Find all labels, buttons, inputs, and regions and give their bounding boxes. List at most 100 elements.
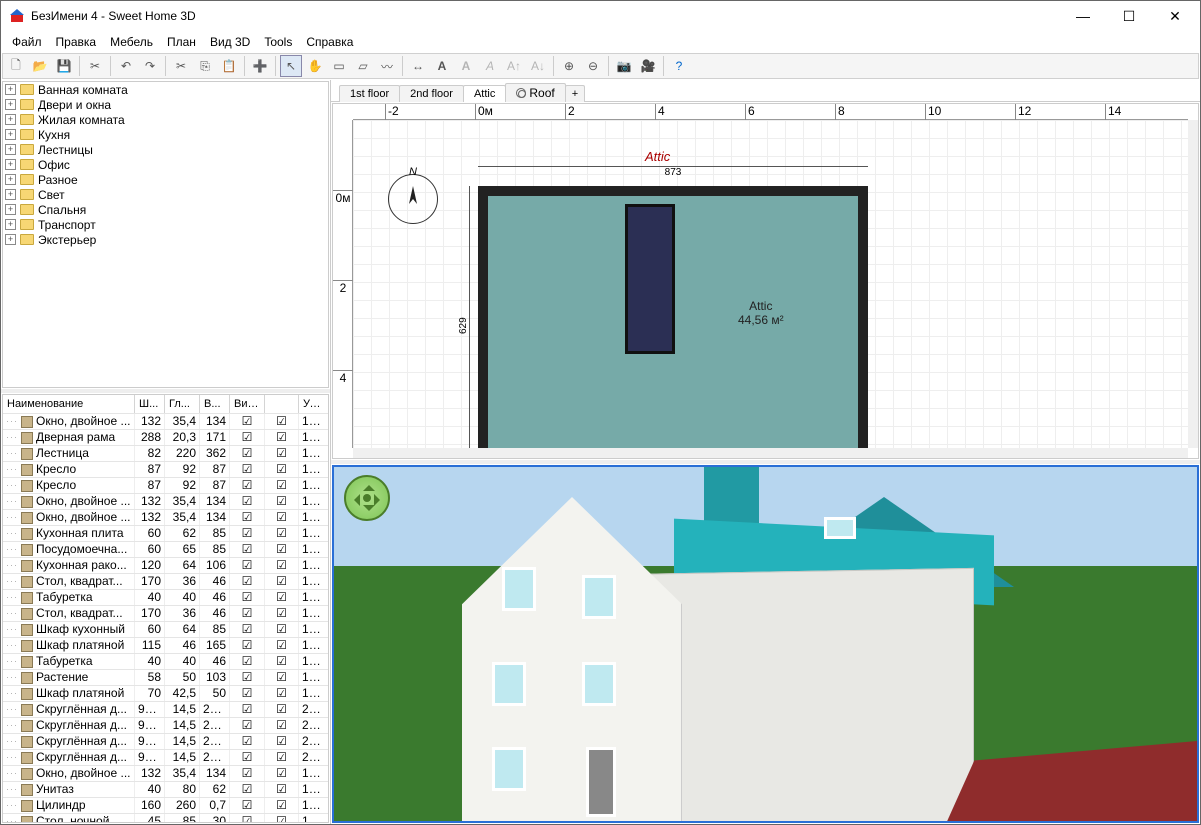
cell-visible[interactable]: ☑ — [230, 670, 265, 685]
menu-help[interactable]: Справка — [299, 33, 360, 51]
table-row[interactable]: ···Скруглённая д...91,514,5208,5☑☑2nd ..… — [3, 702, 328, 718]
menu-plan[interactable]: План — [160, 33, 203, 51]
copy-icon[interactable]: ⎘ — [194, 55, 216, 77]
expand-icon[interactable]: + — [5, 144, 16, 155]
tab-attic[interactable]: Attic — [463, 85, 506, 102]
wall-tool-icon[interactable]: ▭ — [328, 55, 350, 77]
catalog-category[interactable]: +Лестницы — [3, 142, 328, 157]
expand-icon[interactable]: + — [5, 114, 16, 125]
cell-blank[interactable]: ☑ — [265, 606, 299, 621]
vertical-scrollbar[interactable] — [1188, 120, 1198, 448]
table-row[interactable]: ···Окно, двойное ...13235,4134☑☑1st ... — [3, 766, 328, 782]
menu-file[interactable]: Файл — [5, 33, 49, 51]
table-row[interactable]: ···Растение5850103☑☑1st ... — [3, 670, 328, 686]
3d-view[interactable] — [332, 465, 1199, 823]
table-row[interactable]: ···Стол, квадрат...1703646☑☑1st ... — [3, 606, 328, 622]
col-width[interactable]: Ш... — [135, 395, 165, 413]
cell-visible[interactable]: ☑ — [230, 702, 265, 717]
col-blank[interactable] — [265, 395, 299, 413]
catalog-category[interactable]: +Жилая комната — [3, 112, 328, 127]
furniture-table[interactable]: Наименование Ш... Гл... В... Вид... Ур..… — [2, 394, 329, 823]
expand-icon[interactable]: + — [5, 189, 16, 200]
table-row[interactable]: ···Окно, двойное ...13235,4134☑☑1st ... — [3, 510, 328, 526]
table-row[interactable]: ···Стол, квадрат...1703646☑☑1st ... — [3, 574, 328, 590]
photo-icon[interactable]: 📷 — [613, 55, 635, 77]
table-row[interactable]: ···Кухонная рако...12064106☑☑1st ... — [3, 558, 328, 574]
cell-blank[interactable]: ☑ — [265, 734, 299, 749]
table-row[interactable]: ···Стол, ночной458530☑☑1st ... — [3, 814, 328, 823]
font-larger-icon[interactable]: A↑ — [503, 55, 525, 77]
horizontal-splitter[interactable] — [1, 389, 330, 393]
nav-right-icon[interactable] — [374, 494, 386, 506]
cell-blank[interactable]: ☑ — [265, 638, 299, 653]
nav-down-icon[interactable] — [363, 505, 375, 517]
table-row[interactable]: ···Табуретка404046☑☑1st ... — [3, 590, 328, 606]
cell-blank[interactable]: ☑ — [265, 558, 299, 573]
table-row[interactable]: ···Окно, двойное ...13235,4134☑☑1st ... — [3, 494, 328, 510]
cell-visible[interactable]: ☑ — [230, 526, 265, 541]
horizontal-scrollbar[interactable] — [353, 448, 1188, 458]
stair-object[interactable] — [625, 204, 675, 354]
add-furniture-icon[interactable]: ➕ — [249, 55, 271, 77]
cell-blank[interactable]: ☑ — [265, 814, 299, 823]
vertical-splitter[interactable] — [331, 460, 1200, 464]
dimension-tool-icon[interactable]: ↔ — [407, 55, 429, 77]
tab-1st-floor[interactable]: 1st floor — [339, 85, 400, 102]
cell-blank[interactable]: ☑ — [265, 510, 299, 525]
catalog-category[interactable]: +Офис — [3, 157, 328, 172]
menu-furniture[interactable]: Мебель — [103, 33, 160, 51]
catalog-category[interactable]: +Двери и окна — [3, 97, 328, 112]
cell-visible[interactable]: ☑ — [230, 446, 265, 461]
expand-icon[interactable]: + — [5, 129, 16, 140]
cell-visible[interactable]: ☑ — [230, 734, 265, 749]
expand-icon[interactable]: + — [5, 159, 16, 170]
cell-blank[interactable]: ☑ — [265, 526, 299, 541]
help-icon[interactable]: ? — [668, 55, 690, 77]
expand-icon[interactable]: + — [5, 204, 16, 215]
compass-icon[interactable] — [388, 174, 438, 224]
pan-tool-icon[interactable]: ✋ — [304, 55, 326, 77]
cell-blank[interactable]: ☑ — [265, 414, 299, 429]
table-row[interactable]: ···Шкаф платяной11546165☑☑1st ... — [3, 638, 328, 654]
close-button[interactable]: ✕ — [1152, 1, 1198, 31]
cell-blank[interactable]: ☑ — [265, 702, 299, 717]
catalog-category[interactable]: +Кухня — [3, 127, 328, 142]
cell-visible[interactable]: ☑ — [230, 478, 265, 493]
new-icon[interactable]: 🗋 — [5, 55, 27, 77]
menu-tools[interactable]: Tools — [257, 33, 299, 51]
cell-blank[interactable]: ☑ — [265, 478, 299, 493]
cell-visible[interactable]: ☑ — [230, 590, 265, 605]
paste-icon[interactable]: 📋 — [218, 55, 240, 77]
preferences-icon[interactable]: ✂ — [84, 55, 106, 77]
cell-visible[interactable]: ☑ — [230, 686, 265, 701]
menu-view3d[interactable]: Вид 3D — [203, 33, 257, 51]
expand-icon[interactable]: + — [5, 234, 16, 245]
cell-visible[interactable]: ☑ — [230, 462, 265, 477]
table-row[interactable]: ···Кресло879287☑☑1st ... — [3, 478, 328, 494]
table-header[interactable]: Наименование Ш... Гл... В... Вид... Ур..… — [3, 395, 328, 414]
cell-blank[interactable]: ☑ — [265, 782, 299, 797]
bold-icon[interactable]: A — [455, 55, 477, 77]
table-row[interactable]: ···Шкаф кухонный606485☑☑1st ... — [3, 622, 328, 638]
cell-blank[interactable]: ☑ — [265, 686, 299, 701]
col-level[interactable]: Ур... — [299, 395, 329, 413]
italic-icon[interactable]: A — [479, 55, 501, 77]
table-row[interactable]: ···Посудомоечна...606585☑☑1st ... — [3, 542, 328, 558]
col-visible[interactable]: Вид... — [230, 395, 265, 413]
cell-blank[interactable]: ☑ — [265, 446, 299, 461]
cell-blank[interactable]: ☑ — [265, 654, 299, 669]
cut-icon[interactable]: ✂ — [170, 55, 192, 77]
cell-visible[interactable]: ☑ — [230, 542, 265, 557]
minimize-button[interactable]: — — [1060, 1, 1106, 31]
catalog-category[interactable]: +Ванная комната — [3, 82, 328, 97]
catalog-tree[interactable]: +Ванная комната+Двери и окна+Жилая комна… — [2, 81, 329, 388]
add-level-button[interactable]: + — [565, 85, 585, 102]
cell-blank[interactable]: ☑ — [265, 766, 299, 781]
undo-icon[interactable]: ↶ — [115, 55, 137, 77]
cell-visible[interactable]: ☑ — [230, 494, 265, 509]
tab-2nd-floor[interactable]: 2nd floor — [399, 85, 464, 102]
catalog-category[interactable]: +Свет — [3, 187, 328, 202]
cell-visible[interactable]: ☑ — [230, 798, 265, 813]
table-row[interactable]: ···Табуретка404046☑☑1st ... — [3, 654, 328, 670]
cell-visible[interactable]: ☑ — [230, 606, 265, 621]
